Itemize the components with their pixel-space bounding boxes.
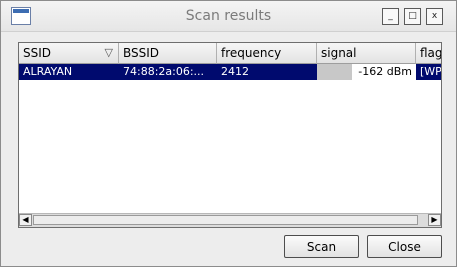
signal-strength-bar <box>317 64 352 80</box>
table-header: SSID ▽ BSSID frequency signal flags <box>19 43 441 64</box>
scroll-left-icon[interactable]: ◀ <box>19 214 32 226</box>
column-header-bssid[interactable]: BSSID <box>119 43 217 64</box>
table-row[interactable]: ALRAYAN 74:88:2a:06:... 2412 -162 dBm [W… <box>19 64 441 80</box>
column-header-label: SSID <box>23 46 52 60</box>
column-header-ssid[interactable]: SSID ▽ <box>19 43 119 64</box>
column-header-signal[interactable]: signal <box>317 43 416 64</box>
cell-ssid: ALRAYAN <box>19 64 119 80</box>
close-window-button[interactable]: x <box>426 8 443 25</box>
horizontal-scrollbar[interactable]: ◀ ▶ <box>19 213 441 227</box>
cell-frequency: 2412 <box>217 64 317 80</box>
maximize-button[interactable]: □ <box>404 8 421 25</box>
scan-results-window: Scan results _ □ x SSID ▽ BSSID frequenc… <box>0 0 457 267</box>
scrollbar-thumb[interactable] <box>33 215 418 225</box>
title-bar[interactable]: Scan results _ □ x <box>1 1 456 32</box>
cell-flags: [WP <box>416 64 441 80</box>
scan-results-table[interactable]: SSID ▽ BSSID frequency signal flags ALRA… <box>18 42 442 228</box>
close-button[interactable]: Close <box>367 235 442 258</box>
scan-button[interactable]: Scan <box>284 235 359 258</box>
column-header-frequency[interactable]: frequency <box>217 43 317 64</box>
cell-bssid: 74:88:2a:06:... <box>119 64 217 80</box>
cell-signal: -162 dBm <box>317 64 416 80</box>
sort-descending-icon: ▽ <box>104 46 113 59</box>
column-header-flags[interactable]: flags <box>416 43 441 64</box>
scroll-right-icon[interactable]: ▶ <box>428 214 441 226</box>
signal-value: -162 dBm <box>358 65 412 78</box>
minimize-button[interactable]: _ <box>382 8 399 25</box>
